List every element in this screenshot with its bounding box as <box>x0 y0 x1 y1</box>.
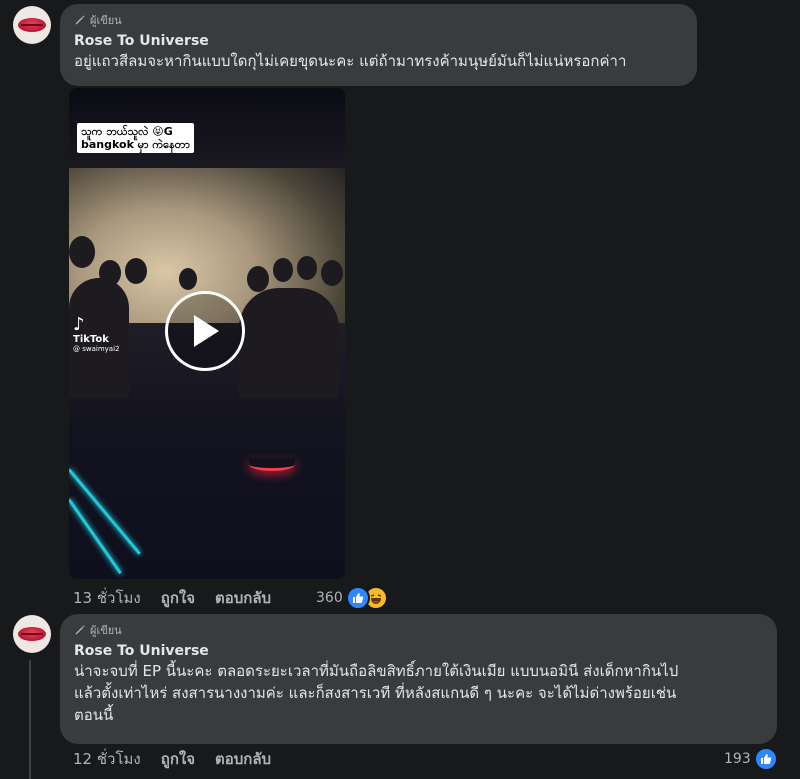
silhouette <box>273 258 293 282</box>
pencil-icon <box>75 625 85 635</box>
avatar[interactable] <box>13 615 51 653</box>
thread-line <box>29 660 31 779</box>
play-button[interactable] <box>165 291 245 371</box>
tiktok-label: TikTok <box>73 334 109 345</box>
reaction-count: 193 <box>724 751 751 767</box>
lips-avatar-image <box>18 18 46 32</box>
author-badge: ผู้เขียน <box>74 12 683 28</box>
silhouette <box>239 288 339 398</box>
comment-actions: 12 ชั่วโมง ถูกใจ ตอบกลับ <box>73 748 271 770</box>
comment-author[interactable]: Rose To Universe <box>74 642 763 660</box>
silhouette <box>179 268 197 290</box>
silhouette <box>321 260 343 286</box>
comment-text: อยู่แถวสีลมจะหากินแบบใดกุไม่เคยขุดนะคะ แ… <box>74 52 627 70</box>
like-icon <box>753 747 778 771</box>
video-caption-line: bangkok မှာ ကဲနေတာ <box>81 138 191 151</box>
comment-actions: 13 ชั่วโมง ถูกใจ ตอบกลับ <box>73 587 271 609</box>
silhouette <box>125 258 147 284</box>
tiktok-icon: ♪ <box>73 314 85 335</box>
like-button[interactable]: ถูกใจ <box>161 586 195 610</box>
comment-timestamp[interactable]: 13 ชั่วโมง <box>73 586 141 610</box>
video-caption-line: သူက ဘယ်သူလဲ 😝G <box>81 125 173 138</box>
reaction-count: 360 <box>316 590 343 606</box>
author-badge-label: ผู้เขียน <box>90 14 122 27</box>
video-attachment[interactable]: သူက ဘယ်သူလဲ 😝G bangkok မှာ ကဲနေတာ ♪ TikT… <box>69 88 345 579</box>
comment-author[interactable]: Rose To Universe <box>74 32 683 50</box>
pencil-icon <box>75 15 85 25</box>
author-badge-label: ผู้เขียน <box>90 624 122 637</box>
silhouette <box>247 266 269 292</box>
author-badge: ผู้เขียน <box>74 622 763 638</box>
comment-bubble: ผู้เขียน Rose To Universe น่าจะจบที่ EP … <box>60 614 777 744</box>
play-icon <box>194 315 219 347</box>
tiktok-watermark: ♪ TikTok @ swaimyai2 <box>73 314 120 354</box>
like-icon <box>345 586 370 610</box>
comment-bubble: ผู้เขียน Rose To Universe อยู่แถวสีลมจะห… <box>60 4 697 86</box>
comment-timestamp[interactable]: 12 ชั่วโมง <box>73 747 141 771</box>
silhouette <box>69 236 95 268</box>
lips-avatar-image <box>18 627 46 641</box>
avatar[interactable] <box>13 6 51 44</box>
red-light <box>249 458 295 471</box>
silhouette <box>297 256 317 280</box>
tiktok-handle: @ swaimyai2 <box>73 345 120 353</box>
reaction-summary[interactable]: 193 <box>724 747 778 771</box>
reply-button[interactable]: ตอบกลับ <box>215 747 271 771</box>
reaction-summary[interactable]: 360 <box>316 586 388 610</box>
video-caption: သူက ဘယ်သူလဲ 😝G bangkok မှာ ကဲနေတာ <box>77 123 195 153</box>
like-button[interactable]: ถูกใจ <box>161 747 195 771</box>
comment-text: น่าจะจบที่ EP นี้นะคะ ตลอดระยะเวลาที่มัน… <box>74 662 679 724</box>
reply-button[interactable]: ตอบกลับ <box>215 586 271 610</box>
